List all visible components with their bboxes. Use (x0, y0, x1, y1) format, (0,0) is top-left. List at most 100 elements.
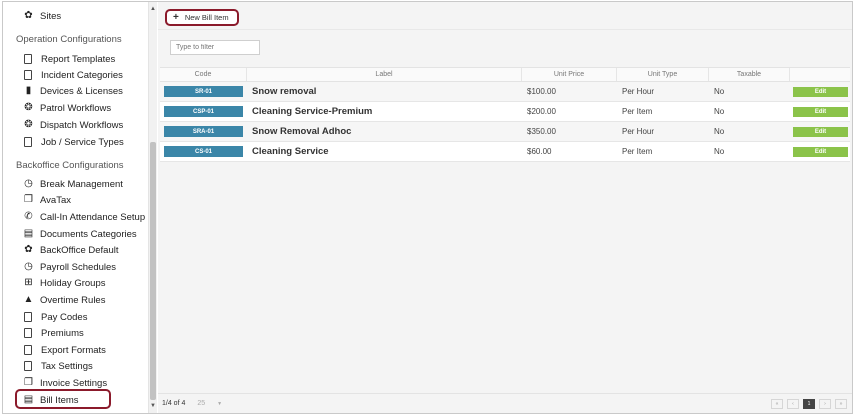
row-unit-type: Per Hour (622, 127, 655, 136)
sidebar-item-backoffice-default[interactable]: ✿ BackOffice Default (23, 242, 119, 258)
sidebar-item-label: Payroll Schedules (40, 261, 117, 273)
phone-icon: ✆ (24, 211, 33, 222)
warning-icon: ▲ (23, 294, 34, 305)
sidebar-item-label: Pay Codes (41, 311, 88, 323)
sidebar-item-holiday-groups[interactable]: ⊞ Holiday Groups (23, 275, 105, 291)
row-unit-type: Per Item (622, 107, 653, 116)
sidebar-item-call-in-attendance[interactable]: ✆ Call-In Attendance Setup (23, 209, 145, 225)
section-operation-configurations: Operation Configurations (16, 34, 122, 45)
table-header: Code Label Unit Price Unit Type Taxable (160, 67, 850, 82)
main-content: + New Bill Item Code Label Unit Price Un… (158, 2, 852, 413)
scroll-down-arrow-icon[interactable]: ▼ (150, 403, 156, 409)
column-header-actions (790, 68, 850, 81)
clock-icon: ◷ (24, 178, 33, 189)
sidebar-item-label: Call-In Attendance Setup (40, 211, 146, 223)
annotation-highlight (15, 389, 111, 409)
cog-wheel-icon: ❂ (24, 102, 33, 113)
new-bill-item-label: New Bill Item (184, 13, 229, 22)
sidebar-item-job-service-types[interactable]: Job / Service Types (23, 134, 124, 150)
document-icon (24, 312, 32, 322)
edit-button[interactable]: Edit (793, 86, 848, 97)
sidebar-item-premiums[interactable]: Premiums (23, 325, 84, 341)
current-page-button[interactable]: 1 (803, 399, 815, 409)
edit-button[interactable]: Edit (793, 126, 848, 137)
sidebar-item-label: Sites (40, 10, 62, 22)
sidebar-item-export-formats[interactable]: Export Formats (23, 342, 106, 358)
next-page-button[interactable]: › (819, 399, 831, 409)
sidebar-item-avatax[interactable]: ❐ AvaTax (23, 192, 71, 208)
sidebar-item-payroll-schedules[interactable]: ◷ Payroll Schedules (23, 259, 116, 275)
code-badge: CS-01 (164, 146, 243, 157)
scroll-thumb[interactable] (150, 142, 156, 400)
document-icon (24, 345, 32, 355)
row-unit-price: $350.00 (527, 127, 556, 136)
row-label: Snow Removal Adhoc (252, 126, 352, 137)
row-unit-price: $100.00 (527, 87, 556, 96)
code-badge: CSP-01 (164, 106, 243, 117)
document-icon (24, 70, 32, 80)
sidebar-item-label: Overtime Rules (40, 294, 106, 306)
column-header-code[interactable]: Code (160, 68, 247, 81)
sidebar-item-tax-settings[interactable]: Tax Settings (23, 358, 93, 374)
table-row[interactable]: SR-01 Snow removal $100.00 Per Hour No E… (160, 82, 850, 102)
sidebar-item-sites[interactable]: ✿ Sites (23, 8, 61, 24)
scroll-up-arrow-icon[interactable]: ▲ (150, 6, 156, 12)
column-header-unit-type[interactable]: Unit Type (617, 68, 709, 81)
sidebar-item-label: Patrol Workflows (40, 102, 112, 114)
mobile-icon: ▮ (25, 85, 32, 96)
list-icon: ▤ (23, 228, 34, 239)
column-header-unit-price[interactable]: Unit Price (522, 68, 617, 81)
sidebar-item-pay-codes[interactable]: Pay Codes (23, 309, 87, 325)
row-unit-type: Per Hour (622, 87, 655, 96)
sidebar-item-label: Incident Categories (41, 69, 123, 81)
first-page-button[interactable]: « (771, 399, 783, 409)
column-header-label[interactable]: Label (247, 68, 522, 81)
gift-icon: ⊞ (24, 277, 33, 288)
table-row[interactable]: SRA-01 Snow Removal Adhoc $350.00 Per Ho… (160, 122, 850, 142)
chevron-down-icon[interactable]: ▼ (217, 401, 222, 407)
sidebar-item-label: BackOffice Default (40, 244, 119, 256)
new-bill-item-button[interactable]: + New Bill Item (165, 9, 239, 26)
sidebar-item-patrol-workflows[interactable]: ❂ Patrol Workflows (23, 100, 111, 116)
last-page-button[interactable]: » (835, 399, 847, 409)
row-unit-price: $60.00 (527, 147, 552, 156)
sidebar-item-label: Premiums (41, 327, 84, 339)
copy-icon: ❐ (24, 377, 33, 388)
edit-button[interactable]: Edit (793, 146, 848, 157)
sidebar-item-label: Devices & Licenses (40, 85, 123, 97)
prev-page-button[interactable]: ‹ (787, 399, 799, 409)
page-info: 1/4 of 4 (162, 400, 186, 407)
row-taxable: No (714, 87, 725, 96)
page-size-select[interactable]: 25 (197, 400, 205, 407)
pager: « ‹ 1 › » (771, 399, 847, 409)
sidebar-item-break-management[interactable]: ◷ Break Management (23, 176, 123, 192)
bill-items-table: Code Label Unit Price Unit Type Taxable … (160, 67, 850, 162)
table-row[interactable]: CS-01 Cleaning Service $60.00 Per Item N… (160, 142, 850, 162)
clock-icon: ◷ (24, 261, 33, 272)
sidebar-item-report-templates[interactable]: Report Templates (23, 51, 115, 67)
filter-input[interactable] (170, 40, 260, 55)
document-icon (24, 137, 32, 147)
sidebar-item-label: Documents Categories (40, 228, 137, 240)
row-label: Snow removal (252, 86, 317, 97)
sidebar: ✿ Sites Operation Configurations Report … (3, 2, 148, 413)
row-taxable: No (714, 107, 725, 116)
sidebar-item-label: Holiday Groups (40, 277, 106, 289)
sidebar-item-dispatch-workflows[interactable]: ❂ Dispatch Workflows (23, 117, 123, 133)
sidebar-item-label: Job / Service Types (41, 136, 124, 148)
table-row[interactable]: CSP-01 Cleaning Service-Premium $200.00 … (160, 102, 850, 122)
sidebar-item-overtime-rules[interactable]: ▲ Overtime Rules (23, 292, 106, 308)
sidebar-item-incident-categories[interactable]: Incident Categories (23, 67, 123, 83)
row-taxable: No (714, 147, 725, 156)
sidebar-scrollbar[interactable]: ▲ ▼ (148, 2, 157, 413)
sidebar-item-label: Tax Settings (41, 360, 93, 372)
pagination-footer: 1/4 of 4 25 ▼ « ‹ 1 › » (158, 393, 852, 413)
document-icon (24, 361, 32, 371)
copy-icon: ❐ (24, 194, 33, 205)
gear-icon: ✿ (24, 244, 33, 255)
edit-button[interactable]: Edit (793, 106, 848, 117)
app-window: ✿ Sites Operation Configurations Report … (2, 1, 853, 414)
column-header-taxable[interactable]: Taxable (709, 68, 790, 81)
sidebar-item-documents-categories[interactable]: ▤ Documents Categories (23, 226, 137, 242)
sidebar-item-devices-licenses[interactable]: ▮ Devices & Licenses (23, 83, 123, 99)
